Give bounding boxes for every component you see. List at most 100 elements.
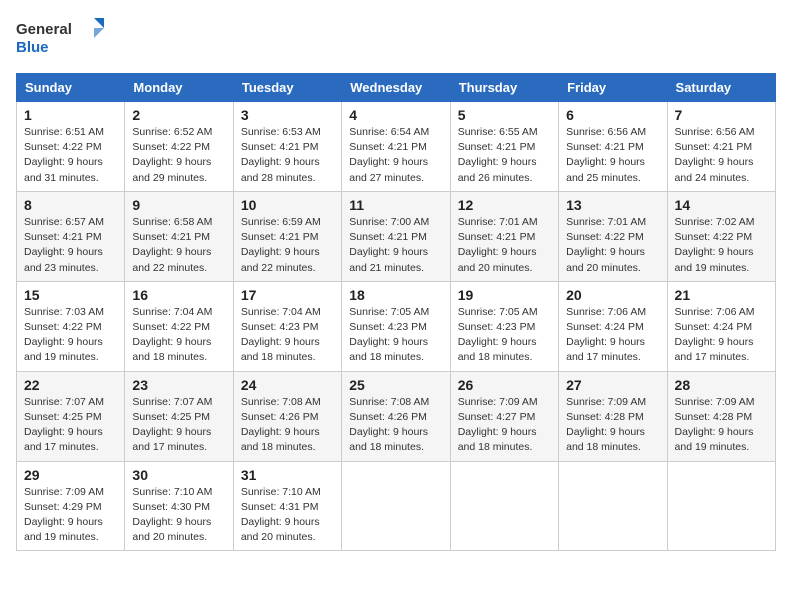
calendar-cell: 18 Sunrise: 7:05 AM Sunset: 4:23 PM Dayl… [342, 281, 450, 371]
day-number: 17 [241, 287, 334, 303]
day-info: Sunrise: 7:01 AM Sunset: 4:21 PM Dayligh… [458, 215, 551, 276]
day-info: Sunrise: 7:03 AM Sunset: 4:22 PM Dayligh… [24, 305, 117, 366]
calendar-cell [667, 461, 775, 551]
day-number: 4 [349, 107, 442, 123]
day-number: 24 [241, 377, 334, 393]
weekday-header-friday: Friday [559, 74, 667, 102]
day-info: Sunrise: 7:09 AM Sunset: 4:28 PM Dayligh… [566, 395, 659, 456]
calendar-cell: 11 Sunrise: 7:00 AM Sunset: 4:21 PM Dayl… [342, 191, 450, 281]
calendar-week-1: 1 Sunrise: 6:51 AM Sunset: 4:22 PM Dayli… [17, 102, 776, 192]
calendar-cell: 9 Sunrise: 6:58 AM Sunset: 4:21 PM Dayli… [125, 191, 233, 281]
day-info: Sunrise: 7:02 AM Sunset: 4:22 PM Dayligh… [675, 215, 768, 276]
calendar-week-4: 22 Sunrise: 7:07 AM Sunset: 4:25 PM Dayl… [17, 371, 776, 461]
day-info: Sunrise: 6:58 AM Sunset: 4:21 PM Dayligh… [132, 215, 225, 276]
calendar-week-2: 8 Sunrise: 6:57 AM Sunset: 4:21 PM Dayli… [17, 191, 776, 281]
calendar-cell: 7 Sunrise: 6:56 AM Sunset: 4:21 PM Dayli… [667, 102, 775, 192]
calendar-cell: 1 Sunrise: 6:51 AM Sunset: 4:22 PM Dayli… [17, 102, 125, 192]
weekday-header-tuesday: Tuesday [233, 74, 341, 102]
day-info: Sunrise: 6:52 AM Sunset: 4:22 PM Dayligh… [132, 125, 225, 186]
calendar-cell: 12 Sunrise: 7:01 AM Sunset: 4:21 PM Dayl… [450, 191, 558, 281]
day-info: Sunrise: 7:05 AM Sunset: 4:23 PM Dayligh… [349, 305, 442, 366]
calendar-cell: 24 Sunrise: 7:08 AM Sunset: 4:26 PM Dayl… [233, 371, 341, 461]
day-number: 29 [24, 467, 117, 483]
day-number: 13 [566, 197, 659, 213]
calendar-week-5: 29 Sunrise: 7:09 AM Sunset: 4:29 PM Dayl… [17, 461, 776, 551]
calendar-cell: 19 Sunrise: 7:05 AM Sunset: 4:23 PM Dayl… [450, 281, 558, 371]
day-info: Sunrise: 7:06 AM Sunset: 4:24 PM Dayligh… [675, 305, 768, 366]
day-info: Sunrise: 7:10 AM Sunset: 4:30 PM Dayligh… [132, 485, 225, 546]
page-header: General Blue [16, 16, 776, 61]
calendar-cell: 4 Sunrise: 6:54 AM Sunset: 4:21 PM Dayli… [342, 102, 450, 192]
day-number: 1 [24, 107, 117, 123]
calendar-cell: 23 Sunrise: 7:07 AM Sunset: 4:25 PM Dayl… [125, 371, 233, 461]
day-number: 19 [458, 287, 551, 303]
svg-text:General: General [16, 21, 72, 38]
calendar-cell [450, 461, 558, 551]
weekday-header-saturday: Saturday [667, 74, 775, 102]
day-info: Sunrise: 6:59 AM Sunset: 4:21 PM Dayligh… [241, 215, 334, 276]
weekday-header-sunday: Sunday [17, 74, 125, 102]
day-number: 14 [675, 197, 768, 213]
calendar-week-3: 15 Sunrise: 7:03 AM Sunset: 4:22 PM Dayl… [17, 281, 776, 371]
calendar-cell: 14 Sunrise: 7:02 AM Sunset: 4:22 PM Dayl… [667, 191, 775, 281]
day-number: 31 [241, 467, 334, 483]
day-number: 7 [675, 107, 768, 123]
day-number: 6 [566, 107, 659, 123]
svg-text:Blue: Blue [16, 39, 49, 56]
weekday-header-monday: Monday [125, 74, 233, 102]
day-number: 25 [349, 377, 442, 393]
day-info: Sunrise: 7:08 AM Sunset: 4:26 PM Dayligh… [241, 395, 334, 456]
day-info: Sunrise: 7:10 AM Sunset: 4:31 PM Dayligh… [241, 485, 334, 546]
day-number: 2 [132, 107, 225, 123]
logo-svg: General Blue [16, 16, 106, 61]
calendar-cell: 27 Sunrise: 7:09 AM Sunset: 4:28 PM Dayl… [559, 371, 667, 461]
day-info: Sunrise: 7:04 AM Sunset: 4:23 PM Dayligh… [241, 305, 334, 366]
day-number: 21 [675, 287, 768, 303]
day-info: Sunrise: 7:07 AM Sunset: 4:25 PM Dayligh… [24, 395, 117, 456]
calendar-cell: 8 Sunrise: 6:57 AM Sunset: 4:21 PM Dayli… [17, 191, 125, 281]
day-number: 15 [24, 287, 117, 303]
day-info: Sunrise: 7:05 AM Sunset: 4:23 PM Dayligh… [458, 305, 551, 366]
calendar-cell [342, 461, 450, 551]
weekday-header-wednesday: Wednesday [342, 74, 450, 102]
calendar-cell: 21 Sunrise: 7:06 AM Sunset: 4:24 PM Dayl… [667, 281, 775, 371]
calendar-cell: 20 Sunrise: 7:06 AM Sunset: 4:24 PM Dayl… [559, 281, 667, 371]
day-info: Sunrise: 6:51 AM Sunset: 4:22 PM Dayligh… [24, 125, 117, 186]
calendar-cell: 2 Sunrise: 6:52 AM Sunset: 4:22 PM Dayli… [125, 102, 233, 192]
day-number: 20 [566, 287, 659, 303]
calendar-cell: 25 Sunrise: 7:08 AM Sunset: 4:26 PM Dayl… [342, 371, 450, 461]
day-number: 11 [349, 197, 442, 213]
day-number: 5 [458, 107, 551, 123]
day-number: 22 [24, 377, 117, 393]
day-number: 26 [458, 377, 551, 393]
calendar-cell: 6 Sunrise: 6:56 AM Sunset: 4:21 PM Dayli… [559, 102, 667, 192]
calendar-cell: 28 Sunrise: 7:09 AM Sunset: 4:28 PM Dayl… [667, 371, 775, 461]
calendar-cell: 31 Sunrise: 7:10 AM Sunset: 4:31 PM Dayl… [233, 461, 341, 551]
calendar-cell [559, 461, 667, 551]
day-number: 9 [132, 197, 225, 213]
day-number: 8 [24, 197, 117, 213]
day-info: Sunrise: 6:56 AM Sunset: 4:21 PM Dayligh… [675, 125, 768, 186]
calendar-cell: 30 Sunrise: 7:10 AM Sunset: 4:30 PM Dayl… [125, 461, 233, 551]
day-info: Sunrise: 7:09 AM Sunset: 4:29 PM Dayligh… [24, 485, 117, 546]
calendar-cell: 13 Sunrise: 7:01 AM Sunset: 4:22 PM Dayl… [559, 191, 667, 281]
day-info: Sunrise: 7:00 AM Sunset: 4:21 PM Dayligh… [349, 215, 442, 276]
day-info: Sunrise: 6:53 AM Sunset: 4:21 PM Dayligh… [241, 125, 334, 186]
day-number: 16 [132, 287, 225, 303]
calendar-cell: 22 Sunrise: 7:07 AM Sunset: 4:25 PM Dayl… [17, 371, 125, 461]
day-info: Sunrise: 7:07 AM Sunset: 4:25 PM Dayligh… [132, 395, 225, 456]
calendar-table: SundayMondayTuesdayWednesdayThursdayFrid… [16, 73, 776, 551]
weekday-header-row: SundayMondayTuesdayWednesdayThursdayFrid… [17, 74, 776, 102]
day-number: 27 [566, 377, 659, 393]
day-number: 10 [241, 197, 334, 213]
day-info: Sunrise: 6:55 AM Sunset: 4:21 PM Dayligh… [458, 125, 551, 186]
day-info: Sunrise: 7:06 AM Sunset: 4:24 PM Dayligh… [566, 305, 659, 366]
calendar-cell: 10 Sunrise: 6:59 AM Sunset: 4:21 PM Dayl… [233, 191, 341, 281]
day-number: 3 [241, 107, 334, 123]
day-number: 23 [132, 377, 225, 393]
day-info: Sunrise: 6:54 AM Sunset: 4:21 PM Dayligh… [349, 125, 442, 186]
day-info: Sunrise: 7:09 AM Sunset: 4:28 PM Dayligh… [675, 395, 768, 456]
calendar-cell: 5 Sunrise: 6:55 AM Sunset: 4:21 PM Dayli… [450, 102, 558, 192]
calendar-cell: 26 Sunrise: 7:09 AM Sunset: 4:27 PM Dayl… [450, 371, 558, 461]
calendar-cell: 3 Sunrise: 6:53 AM Sunset: 4:21 PM Dayli… [233, 102, 341, 192]
